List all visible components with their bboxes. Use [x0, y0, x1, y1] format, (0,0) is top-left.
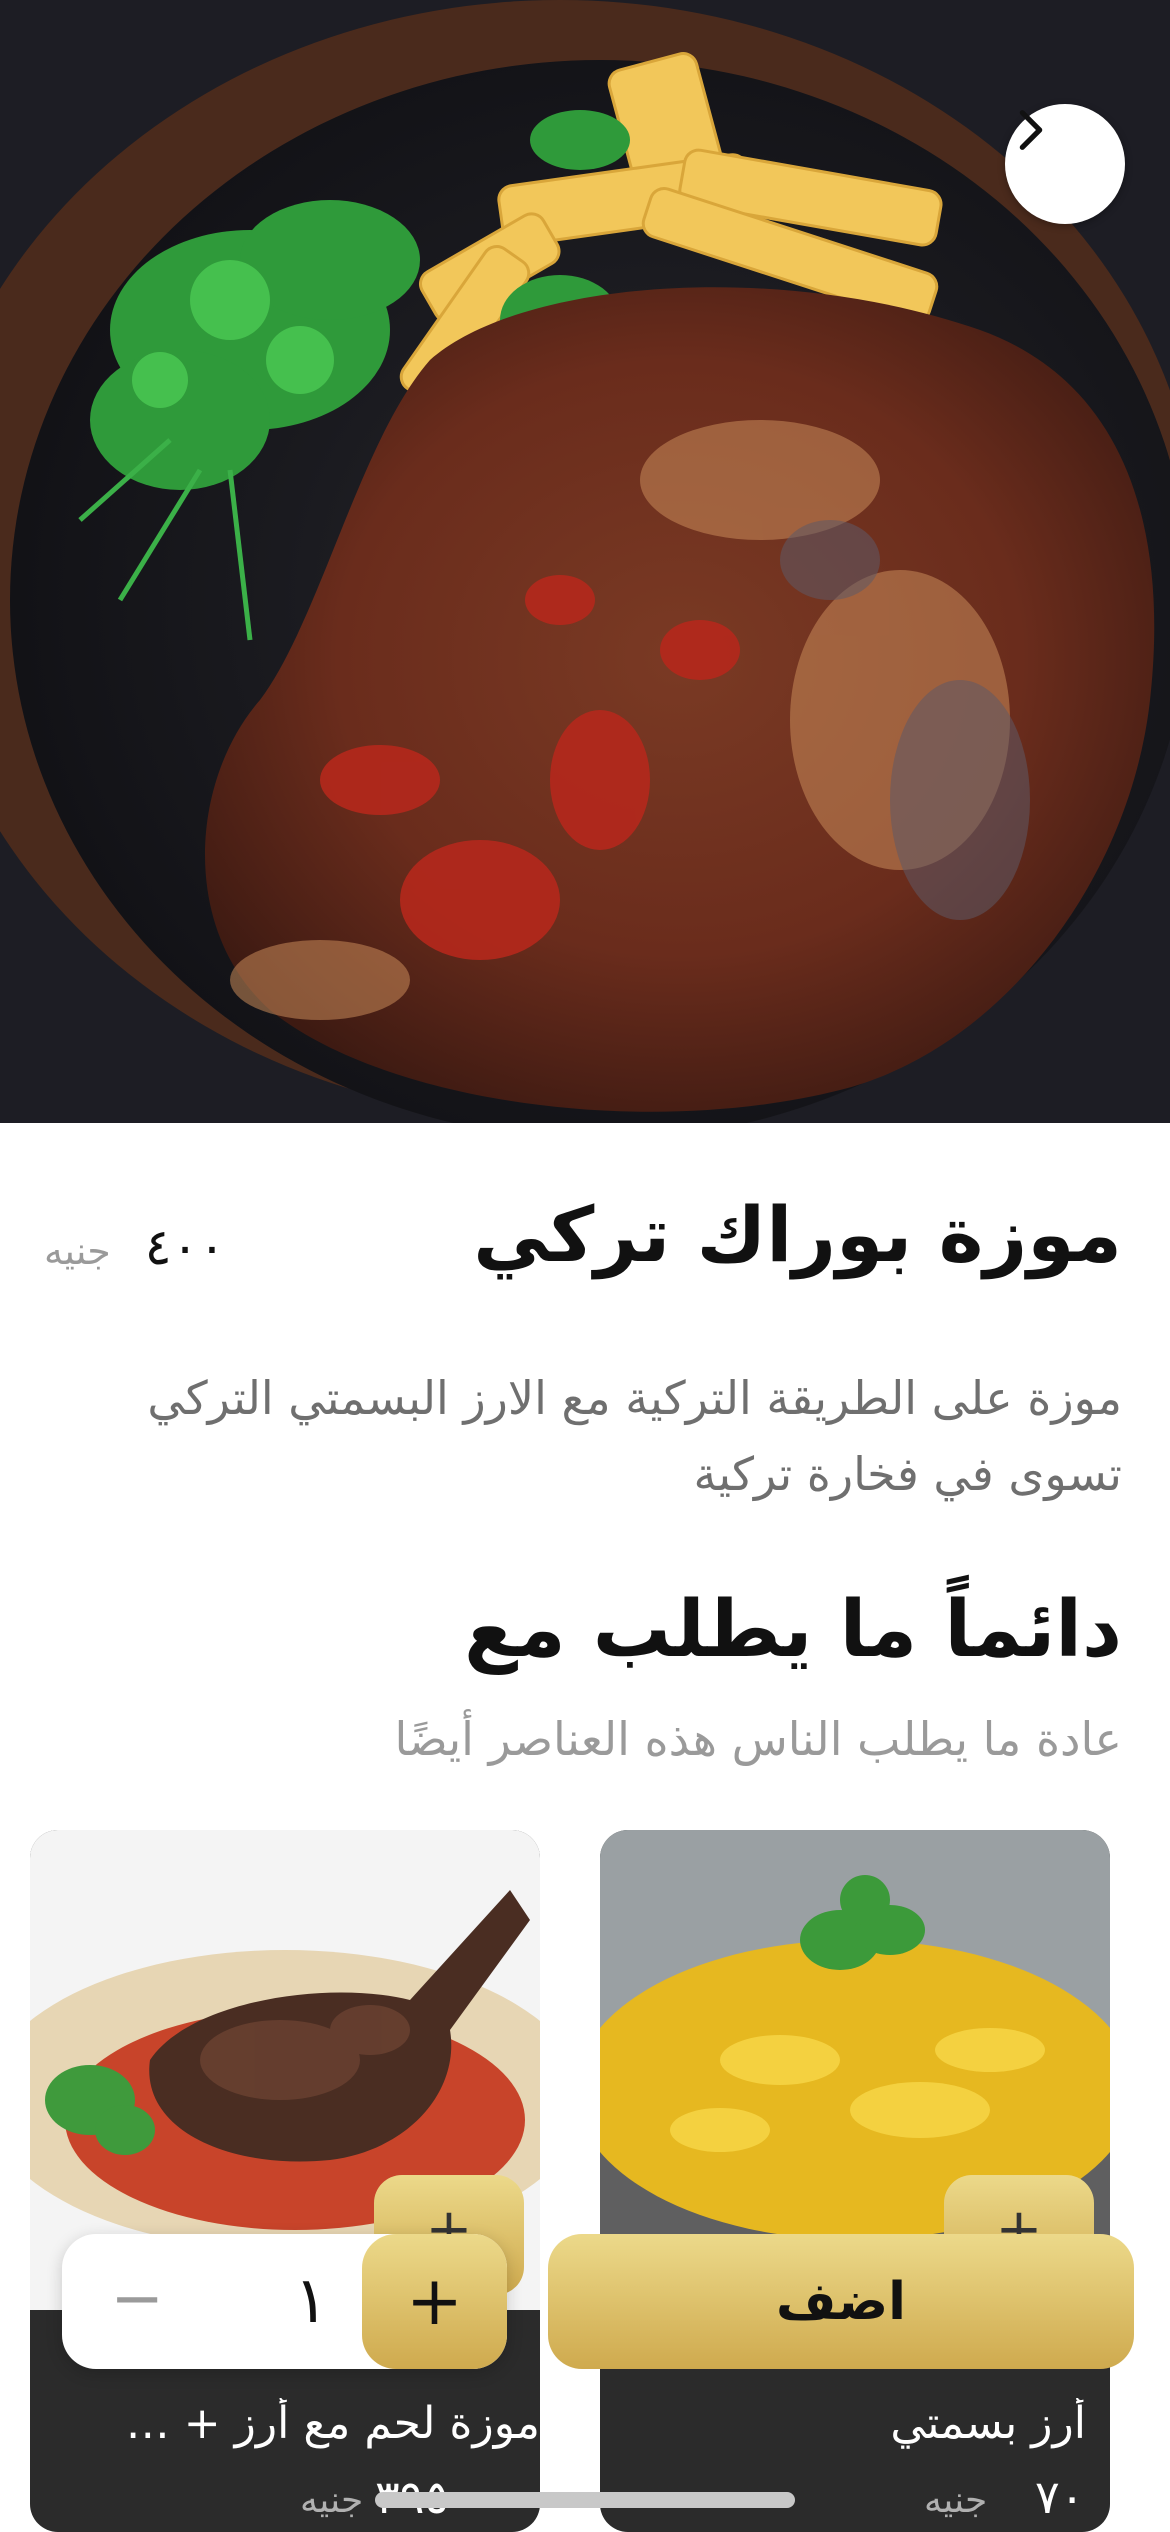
section-subtitle: عادة ما يطلب الناس هذه العناصر أيضًا [394, 1712, 1122, 1766]
dish-photo [0, 0, 1170, 1123]
chevron-right-icon [1019, 110, 1043, 150]
back-button[interactable] [1005, 104, 1125, 224]
quantity-stepper: − ١ + [62, 2234, 507, 2369]
quantity-plus-button[interactable]: + [362, 2234, 507, 2369]
card-price-rice: ٧٠ [1035, 2470, 1085, 2524]
section-title: دائماً ما يطلب مع [464, 1585, 1122, 1675]
hero-image [0, 0, 1170, 1123]
card-name-rice: أرز بسمتي [890, 2398, 1086, 2449]
card-currency-rice: جنيه [924, 2480, 988, 2521]
add-to-cart-button[interactable]: اضف [548, 2234, 1134, 2369]
product-title: موزة بوراك تركي [473, 1190, 1122, 1279]
price-currency: جنيه [44, 1229, 111, 1273]
quantity-minus-button[interactable]: − [102, 2262, 172, 2336]
product-description: موزة على الطريقة التركية مع الارز البسمت… [147, 1371, 1122, 1501]
card-currency-lamb: جنيه [300, 2480, 364, 2521]
home-indicator [375, 2492, 795, 2508]
product-price: ٤٠٠ جنيه [44, 1218, 225, 1276]
quantity-value: ١ [294, 2264, 329, 2338]
price-value: ٤٠٠ [144, 1218, 226, 1276]
card-name-lamb: موزة لحم مع أرز + ب... [90, 2398, 540, 2449]
